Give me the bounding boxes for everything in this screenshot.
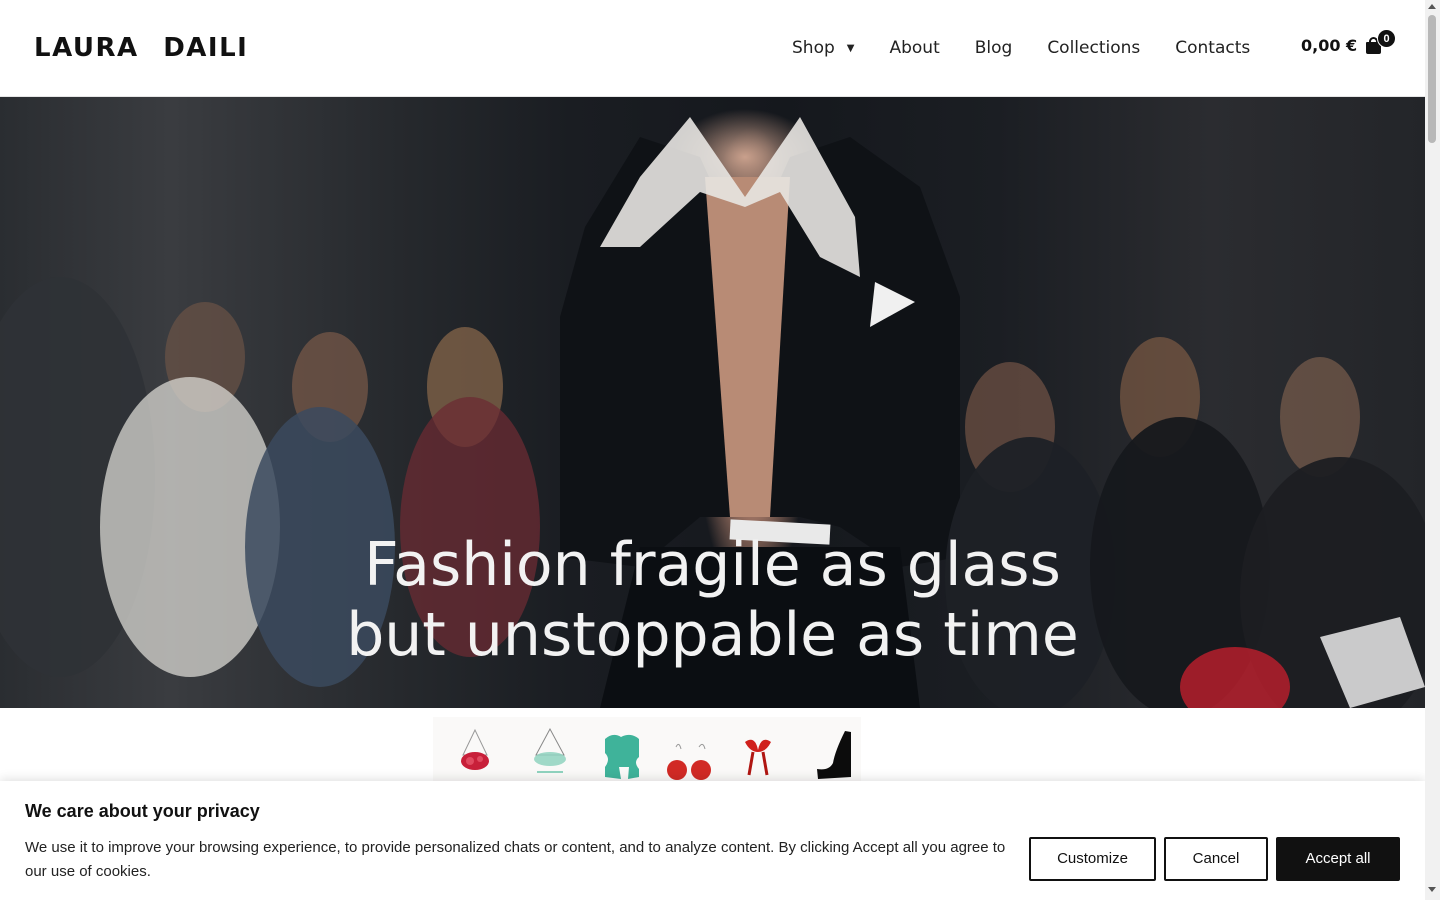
site-logo[interactable]: LAURA DAILI xyxy=(34,33,248,63)
customize-button[interactable]: Customize xyxy=(1029,837,1156,881)
red-ball-earrings-image[interactable] xyxy=(667,743,711,780)
caret-down-icon: ▼ xyxy=(846,42,855,54)
hero-headline: Fashion fragile as glass but unstoppable… xyxy=(0,530,1425,670)
cart-button[interactable]: 0,00 € xyxy=(1301,36,1383,55)
main-nav: Shop ▼ About Blog Collections Contacts xyxy=(792,38,1250,58)
scroll-down-arrow-icon[interactable] xyxy=(1428,887,1436,892)
hero-headline-line-1: Fashion fragile as glass xyxy=(364,530,1061,600)
nav-item-collections[interactable]: Collections xyxy=(1047,38,1140,58)
nav-item-blog[interactable]: Blog xyxy=(975,38,1013,58)
cart-count-badge: 0 xyxy=(1377,29,1396,48)
cancel-button[interactable]: Cancel xyxy=(1164,837,1268,881)
nav-item-shop[interactable]: Shop ▼ xyxy=(792,38,854,58)
products-strip-images xyxy=(461,727,851,780)
hero-video: Fashion fragile as glass but unstoppable… xyxy=(0,97,1425,708)
nav-item-label: Shop xyxy=(792,38,835,58)
black-glass-piece-image[interactable] xyxy=(817,731,851,779)
red-glass-pendant-image[interactable] xyxy=(461,728,489,770)
site-header: LAURA DAILI Shop ▼ About Blog Collection… xyxy=(0,0,1425,97)
hero-headline-line-2: but unstoppable as time xyxy=(346,600,1079,670)
scroll-up-arrow-icon[interactable] xyxy=(1428,4,1436,9)
cookie-description: We use it to improve your browsing exper… xyxy=(25,839,1006,880)
products-strip xyxy=(433,717,861,781)
accept-all-button[interactable]: Accept all xyxy=(1276,837,1400,881)
page-scrollbar[interactable] xyxy=(1425,0,1440,900)
nav-item-contacts[interactable]: Contacts xyxy=(1175,38,1250,58)
nav-item-about[interactable]: About xyxy=(889,38,939,58)
scrollbar-thumb[interactable] xyxy=(1428,15,1436,143)
green-glass-sculpture-image[interactable] xyxy=(605,734,639,779)
cookie-title: We care about your privacy xyxy=(25,801,260,821)
green-glass-pendant-image[interactable] xyxy=(534,727,566,773)
cart-total: 0,00 € xyxy=(1301,36,1358,55)
red-bow-earring-image[interactable] xyxy=(745,739,771,776)
cookie-consent-banner: We care about your privacy We use it to … xyxy=(0,781,1425,900)
